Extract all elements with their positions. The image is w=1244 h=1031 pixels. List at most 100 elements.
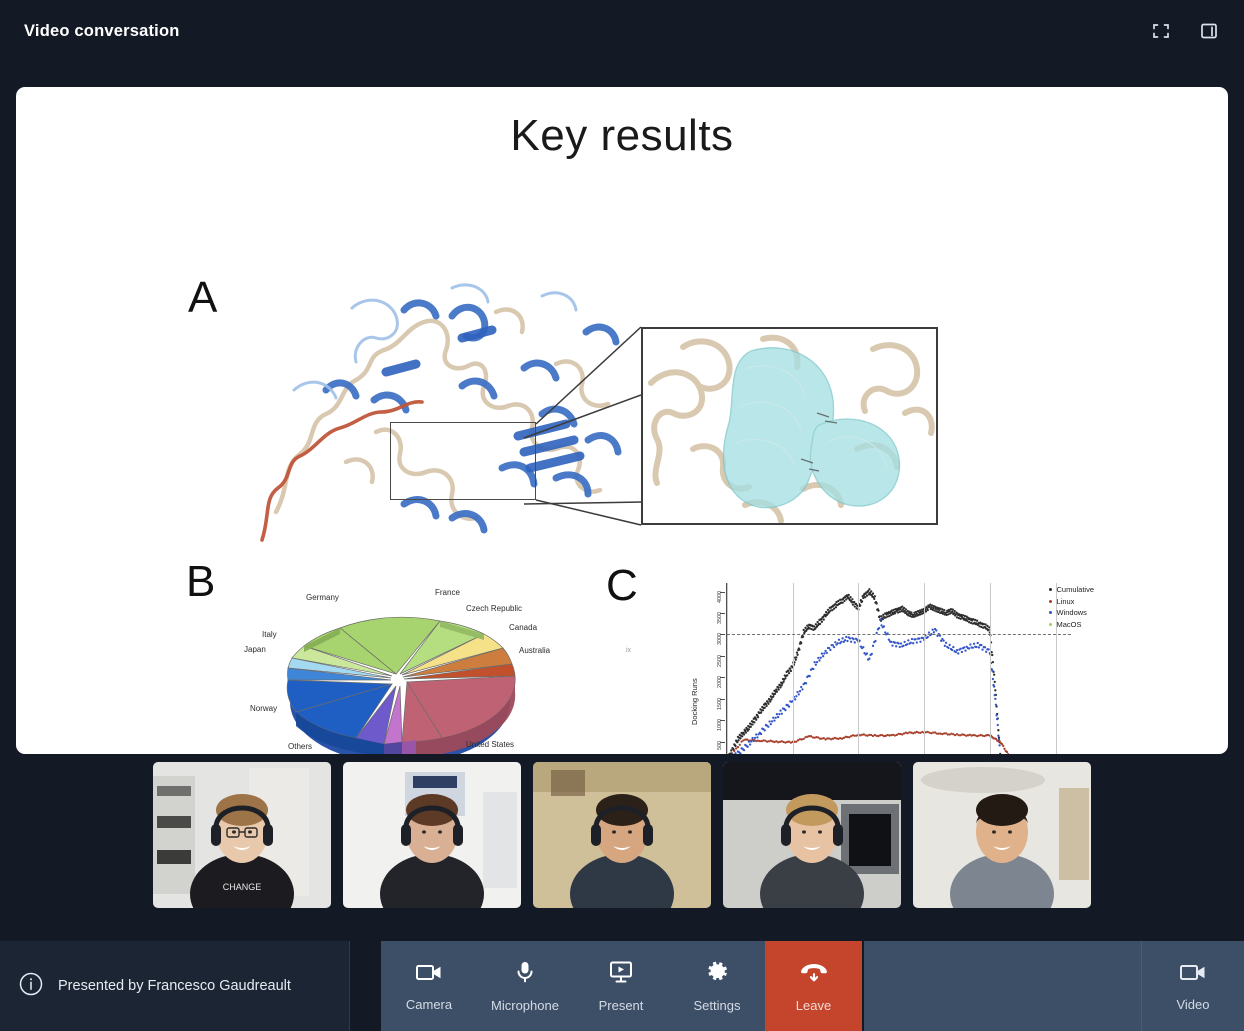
y-tick-mark-1000	[720, 720, 725, 722]
data-point-windows	[895, 645, 898, 648]
data-point-cumulative	[853, 600, 856, 604]
info-circle-icon	[18, 971, 44, 1002]
data-point-windows	[828, 646, 831, 650]
microphone-button[interactable]: Microphone	[477, 941, 573, 1031]
pie-label-italy: Italy	[262, 630, 277, 639]
data-point-cumulative	[994, 689, 997, 692]
data-point-cumulative	[868, 588, 871, 591]
data-point-windows	[981, 648, 984, 651]
data-point-cumulative	[795, 656, 798, 659]
present-button[interactable]: Present	[573, 941, 669, 1031]
data-point-cumulative	[759, 711, 763, 714]
pie-label-germany: Germany	[306, 593, 339, 602]
data-point-cumulative	[764, 702, 768, 706]
meeting-toolbar: Camera Microphone Present Settings Leave	[381, 941, 862, 1031]
panel-a-protein-figure	[256, 272, 956, 544]
y-tick-4000: 4000	[717, 590, 723, 603]
y-tick-mark-1500	[720, 698, 725, 700]
data-point-cumulative	[831, 608, 834, 612]
data-point-cumulative	[795, 651, 799, 654]
data-point-windows	[846, 639, 849, 643]
data-point-cumulative	[787, 669, 790, 672]
data-point-windows	[750, 740, 753, 743]
data-point-linux	[738, 743, 741, 746]
data-point-windows	[898, 645, 901, 649]
data-point-windows	[769, 723, 772, 726]
data-point-windows	[948, 643, 951, 647]
reference-line-3000	[727, 634, 1071, 636]
data-point-windows	[998, 744, 1001, 747]
data-point-windows	[891, 644, 894, 647]
data-point-windows	[865, 652, 869, 655]
data-point-cumulative	[742, 733, 746, 736]
layout-panel-icon[interactable]	[1194, 16, 1224, 46]
data-point-windows	[794, 698, 797, 701]
participant-tile-4[interactable]	[723, 762, 901, 908]
slide: Key results A B C ix Germany France Czec…	[16, 87, 1228, 754]
data-point-cumulative	[787, 672, 791, 675]
participant-tile-3[interactable]	[533, 762, 711, 908]
data-point-cumulative	[763, 706, 766, 709]
camera-label: Camera	[405, 996, 453, 1012]
data-point-windows	[991, 669, 994, 672]
data-point-cumulative	[851, 603, 855, 606]
window-actions	[1146, 16, 1224, 46]
data-point-windows	[997, 738, 1001, 741]
data-point-windows	[832, 646, 836, 649]
y-tick-mark-500	[720, 741, 725, 743]
data-point-cumulative	[904, 608, 908, 611]
data-point-windows	[955, 649, 959, 652]
data-point-cumulative	[794, 658, 797, 661]
data-point-linux	[733, 749, 736, 753]
data-point-cumulative	[825, 610, 828, 614]
data-point-windows	[813, 661, 816, 664]
data-point-cumulative	[832, 607, 836, 610]
data-point-windows	[877, 627, 881, 630]
data-point-cumulative	[766, 700, 769, 703]
legend-dot-linux	[1049, 599, 1053, 603]
data-point-windows	[808, 675, 811, 678]
data-point-cumulative	[873, 595, 877, 598]
data-point-windows	[778, 713, 781, 716]
data-point-windows	[787, 705, 791, 708]
data-point-windows	[798, 690, 802, 693]
data-point-windows	[932, 631, 936, 634]
data-point-cumulative	[871, 592, 875, 595]
minimize-icon[interactable]	[1146, 16, 1176, 46]
data-point-cumulative	[786, 674, 789, 677]
data-point-cumulative	[779, 686, 782, 689]
video-button[interactable]: Video	[1141, 941, 1244, 1031]
presenter-text: Presented by Francesco Gaudreault	[58, 978, 291, 994]
data-point-windows	[815, 660, 819, 664]
data-point-cumulative	[761, 709, 765, 712]
data-point-windows	[767, 725, 770, 728]
data-point-windows	[795, 695, 798, 698]
data-point-windows	[746, 745, 749, 748]
data-point-windows	[845, 635, 848, 639]
participant-tile-5[interactable]	[913, 762, 1091, 908]
participant-tile-2[interactable]	[343, 762, 521, 908]
video-conference-app: Video conversation Key results A B C ix …	[0, 0, 1244, 1031]
data-point-cumulative	[775, 690, 779, 693]
data-point-windows	[994, 703, 998, 706]
data-point-cumulative	[834, 606, 838, 609]
data-point-cumulative	[739, 737, 742, 740]
data-point-cumulative	[812, 625, 816, 628]
y-tick-mark-3500	[720, 613, 725, 614]
presentation-stage[interactable]: Key results A B C ix Germany France Czec…	[16, 87, 1228, 754]
y-tick-3000: 3000	[717, 633, 723, 646]
participant-video-frame	[343, 762, 521, 908]
participant-tile-1[interactable]: CHANGE	[153, 762, 331, 908]
pie-label-others: Others	[288, 742, 313, 751]
settings-button[interactable]: Settings	[669, 941, 765, 1031]
data-point-cumulative	[877, 609, 880, 612]
data-point-cumulative	[782, 680, 785, 683]
camera-button[interactable]: Camera	[381, 941, 477, 1031]
data-point-windows	[812, 667, 815, 671]
data-point-windows	[742, 748, 746, 752]
data-point-windows	[874, 639, 877, 643]
leave-button[interactable]: Leave	[765, 941, 862, 1031]
data-point-windows	[751, 736, 754, 740]
data-point-windows	[756, 736, 759, 739]
bottom-bar: Presented by Francesco Gaudreault Camera	[0, 941, 1244, 1031]
